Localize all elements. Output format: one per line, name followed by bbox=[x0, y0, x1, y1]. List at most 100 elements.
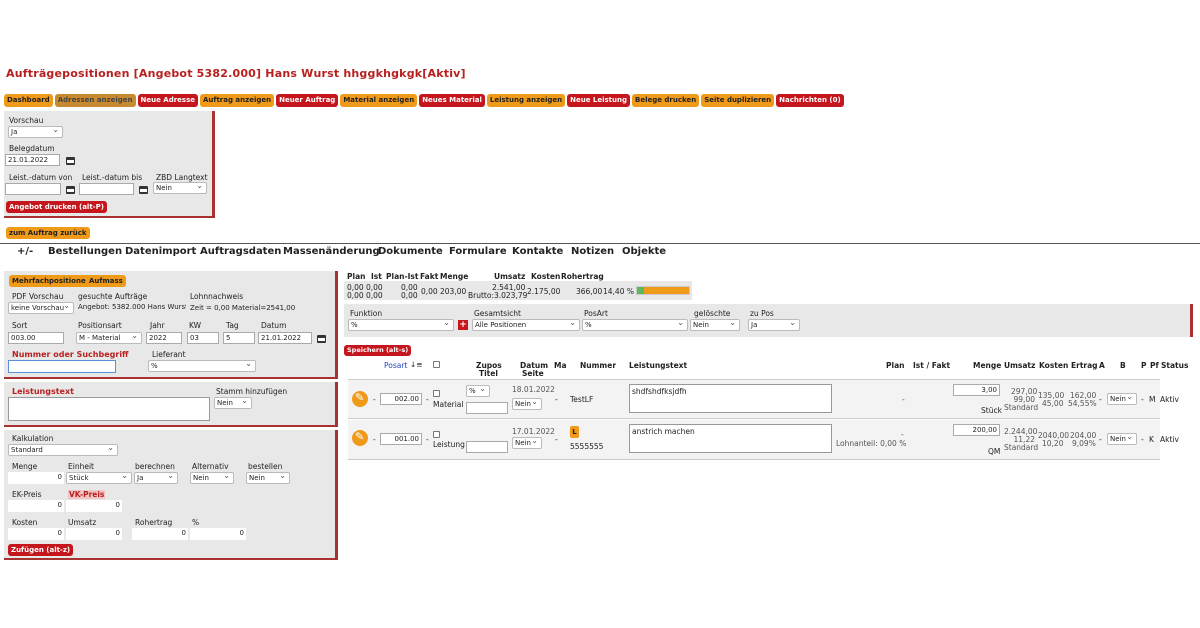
toolbar-button-material-anzeigen[interactable]: Material anzeigen bbox=[340, 94, 418, 107]
row-leistungstext[interactable]: shdfshdfksjdfh bbox=[629, 384, 832, 413]
menge-input[interactable]: 0 bbox=[8, 472, 64, 484]
toolbar-button-belege-drucken[interactable]: Belege drucken bbox=[631, 94, 700, 107]
row-checkbox[interactable] bbox=[433, 431, 440, 438]
calendar-icon[interactable] bbox=[139, 186, 148, 194]
umsatz-input[interactable]: 0 bbox=[66, 528, 122, 540]
prozent-input[interactable]: 0 bbox=[190, 528, 246, 540]
rohertrag-input[interactable]: 0 bbox=[132, 528, 188, 540]
row-dash: - bbox=[426, 435, 429, 444]
toolbar-button-adressen-anzeigen[interactable]: Adressen anzeigen bbox=[54, 94, 136, 107]
tag-input[interactable]: 5 bbox=[223, 332, 255, 344]
toolbar-button-nachrichten-0[interactable]: Nachrichten (0) bbox=[776, 94, 844, 107]
table-row[interactable]: - 002.00 - Material % 18.01.2022 Nein - … bbox=[348, 379, 1179, 419]
add-icon[interactable]: + bbox=[458, 320, 468, 330]
ek-input[interactable]: 0 bbox=[8, 500, 64, 512]
leist-von-input[interactable] bbox=[5, 183, 61, 195]
kalk-select[interactable]: Standard bbox=[8, 444, 118, 456]
datum-input[interactable]: 21.01.2022 bbox=[258, 332, 312, 344]
col-leistungstext: Leistungstext bbox=[629, 361, 688, 370]
add-position-button[interactable]: Zufügen (alt-z) bbox=[8, 544, 74, 556]
tab-auftragsdaten[interactable]: Auftragsdaten bbox=[200, 246, 281, 257]
row-zupos-select[interactable]: % bbox=[466, 385, 490, 397]
gesamtsicht-select[interactable]: Alle Positionen bbox=[472, 319, 580, 331]
row-menge-input[interactable]: 3,00 bbox=[953, 384, 1000, 396]
toolbar-button-seite-duplizieren[interactable]: Seite duplizieren bbox=[701, 94, 775, 107]
leistungstext-textarea[interactable] bbox=[8, 397, 210, 421]
datum-label: Datum bbox=[261, 321, 287, 330]
posart-select[interactable]: M - Material bbox=[76, 332, 142, 344]
calendar-icon[interactable] bbox=[317, 335, 326, 343]
calendar-icon[interactable] bbox=[66, 157, 75, 165]
sum-header-umsatz: Umsatz bbox=[494, 272, 526, 281]
position-search-panel: Mehrfachpositionen Aufmass PDF Vorschau … bbox=[4, 271, 338, 379]
funktion-select[interactable]: % bbox=[348, 319, 454, 331]
tab-bestellungen[interactable]: Bestellungen bbox=[48, 246, 122, 257]
kw-input[interactable]: 03 bbox=[187, 332, 219, 344]
table-row[interactable]: - 001.00 - Leistung 17.01.2022 Nein - L … bbox=[348, 420, 1179, 460]
filter-panel: Funktion % + Gesamtsicht Alle Positionen… bbox=[344, 304, 1193, 337]
zbd-select[interactable]: Nein bbox=[153, 182, 207, 194]
jahr-input[interactable]: 2022 bbox=[146, 332, 182, 344]
vorschau-select[interactable]: Ja bbox=[8, 126, 63, 138]
col-posart[interactable]: Posart bbox=[384, 361, 407, 370]
leist-bis-input[interactable] bbox=[79, 183, 134, 195]
vk-input[interactable]: 0 bbox=[66, 500, 122, 512]
lieferant-select[interactable]: % bbox=[148, 360, 256, 372]
pdf-select[interactable]: keine Vorschau bbox=[8, 302, 74, 314]
tab-objekte[interactable]: Objekte bbox=[622, 246, 666, 257]
aufmass-button[interactable]: Aufmass bbox=[86, 275, 126, 287]
multi-positions-button[interactable]: Mehrfachpositionen bbox=[9, 275, 94, 287]
row-sort-input[interactable]: 001.00 bbox=[380, 433, 422, 445]
row-seite-select[interactable]: Nein bbox=[512, 437, 542, 449]
save-button[interactable]: Speichern (alt-s) bbox=[344, 345, 412, 356]
toolbar-button-neue-leistung[interactable]: Neue Leistung bbox=[567, 94, 630, 107]
belegdatum-label: Belegdatum bbox=[9, 144, 55, 153]
toolbar-button-neue-adresse[interactable]: Neue Adresse bbox=[137, 94, 198, 107]
row-seite-select[interactable]: Nein bbox=[512, 398, 542, 410]
einheit-label: Einheit bbox=[68, 462, 94, 471]
belegdatum-input[interactable]: 21.01.2022 bbox=[5, 154, 60, 166]
tab-dokumente[interactable]: Dokumente bbox=[378, 246, 443, 257]
row-leistungstext[interactable]: anstrich machen bbox=[629, 424, 832, 453]
sort-icon[interactable]: ↓≡ bbox=[410, 360, 423, 369]
toolbar-button-dashboard[interactable]: Dashboard bbox=[4, 94, 53, 107]
nummer-search-input[interactable] bbox=[8, 360, 116, 373]
row-menge-input[interactable]: 200,00 bbox=[953, 424, 1000, 436]
print-offer-button[interactable]: Angebot drucken (alt-P) bbox=[6, 201, 107, 213]
berechnen-select[interactable]: Ja bbox=[134, 472, 178, 484]
sort-input[interactable]: 003.00 bbox=[8, 332, 64, 344]
bestellen-select[interactable]: Nein bbox=[246, 472, 290, 484]
back-to-order-button[interactable]: zum Auftrag zurück bbox=[6, 227, 90, 239]
kosten-input[interactable]: 0 bbox=[8, 528, 64, 540]
tab-massenaenderung[interactable]: Massenänderung bbox=[283, 246, 380, 257]
zupos-label: zu Pos bbox=[750, 309, 774, 318]
row-b-select[interactable]: Nein bbox=[1107, 393, 1137, 405]
row-b-select[interactable]: Nein bbox=[1107, 433, 1137, 445]
row-titel-input[interactable] bbox=[466, 441, 508, 453]
edit-icon[interactable] bbox=[352, 391, 368, 407]
tab-formulare[interactable]: Formulare bbox=[449, 246, 507, 257]
calendar-icon[interactable] bbox=[66, 186, 75, 194]
geloeschte-select[interactable]: Nein bbox=[690, 319, 740, 331]
row-checkbox[interactable] bbox=[433, 390, 440, 397]
tab-datenimport[interactable]: Datenimport bbox=[125, 246, 196, 257]
stamm-select[interactable]: Nein bbox=[214, 397, 252, 409]
select-all-checkbox[interactable] bbox=[433, 361, 440, 368]
row-titel-input[interactable] bbox=[466, 402, 508, 414]
vk-label: VK-Preis bbox=[68, 490, 106, 499]
toolbar-button-neuer-auftrag[interactable]: Neuer Auftrag bbox=[276, 94, 339, 107]
posart-filter-select[interactable]: % bbox=[582, 319, 688, 331]
einheit-select[interactable]: Stück bbox=[66, 472, 132, 484]
lohn-label: Lohnnachweis bbox=[190, 292, 244, 301]
toolbar-button-auftrag-anzeigen[interactable]: Auftrag anzeigen bbox=[200, 94, 275, 107]
tab-kontakte[interactable]: Kontakte bbox=[512, 246, 563, 257]
edit-icon[interactable] bbox=[352, 430, 368, 446]
tab-plus-minus[interactable]: +/- bbox=[17, 246, 33, 257]
row-sort-input[interactable]: 002.00 bbox=[380, 393, 422, 405]
zupos-select[interactable]: Ja bbox=[748, 319, 800, 331]
toolbar-button-neues-material[interactable]: Neues Material bbox=[419, 94, 485, 107]
row-umsatz-3: Standard bbox=[1004, 403, 1039, 412]
toolbar-button-leistung-anzeigen[interactable]: Leistung anzeigen bbox=[486, 94, 566, 107]
tab-notizen[interactable]: Notizen bbox=[571, 246, 614, 257]
alternativ-select[interactable]: Nein bbox=[190, 472, 234, 484]
